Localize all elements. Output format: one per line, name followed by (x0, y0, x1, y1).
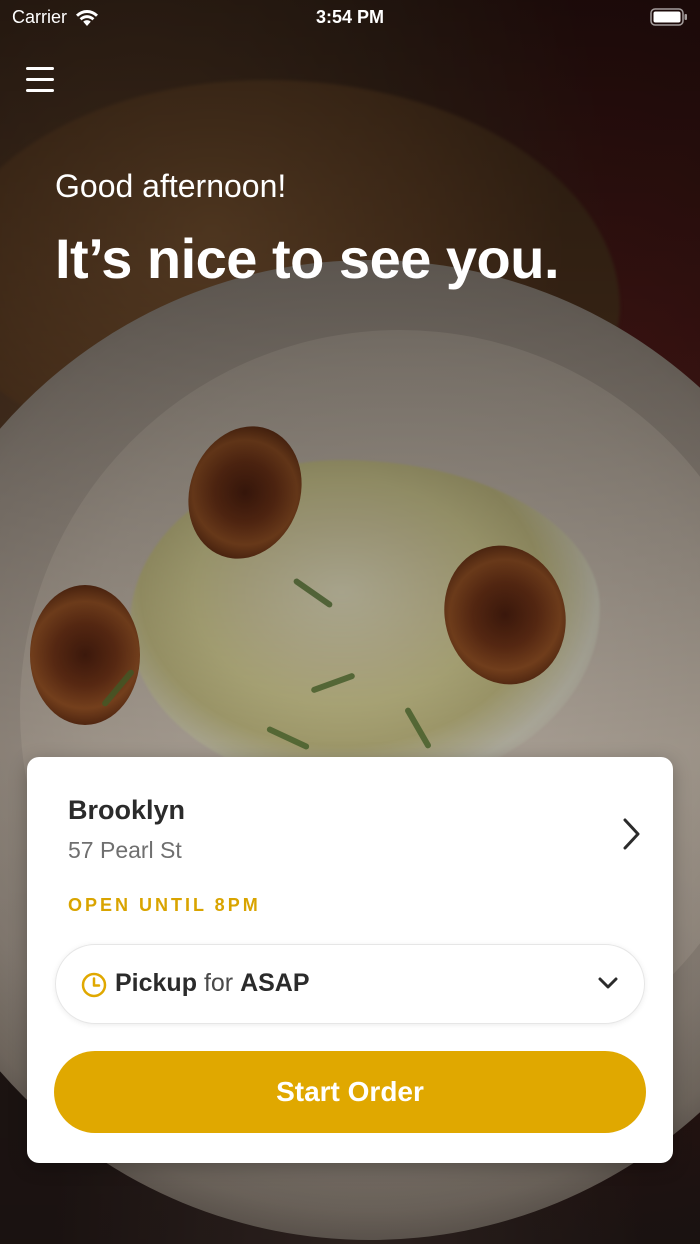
location-card: Brooklyn 57 Pearl St OPEN UNTIL 8PM Pick… (27, 757, 673, 1163)
location-address: 57 Pearl St (68, 837, 182, 863)
battery-icon (650, 8, 687, 26)
app-screen: Carrier 3:54 PM Good afternoon! It’s nic… (0, 0, 700, 1244)
pickup-connector: for (203, 969, 234, 997)
greeting-text: Good afternoon! (55, 168, 287, 204)
status-time: 3:54 PM (315, 7, 385, 27)
pickup-time: ASAP (240, 969, 310, 997)
start-order-button[interactable]: Start Order (54, 1051, 646, 1133)
page-title: It’s nice to see you. (55, 227, 560, 290)
location-select-row[interactable]: Brooklyn 57 Pearl St (68, 793, 643, 873)
status-bar: Carrier 3:54 PM (0, 0, 700, 36)
pickup-time-selector[interactable]: Pickup for ASAP (55, 944, 645, 1024)
pickup-summary: Pickup for ASAP (115, 969, 310, 998)
clock-icon (81, 972, 107, 998)
location-name: Brooklyn (68, 795, 186, 825)
hamburger-menu-icon[interactable] (26, 66, 56, 94)
chevron-right-icon[interactable] (621, 817, 643, 851)
open-hours-label: OPEN UNTIL 8PM (68, 895, 261, 915)
pickup-mode: Pickup (115, 969, 197, 997)
chevron-down-icon[interactable] (598, 977, 618, 991)
